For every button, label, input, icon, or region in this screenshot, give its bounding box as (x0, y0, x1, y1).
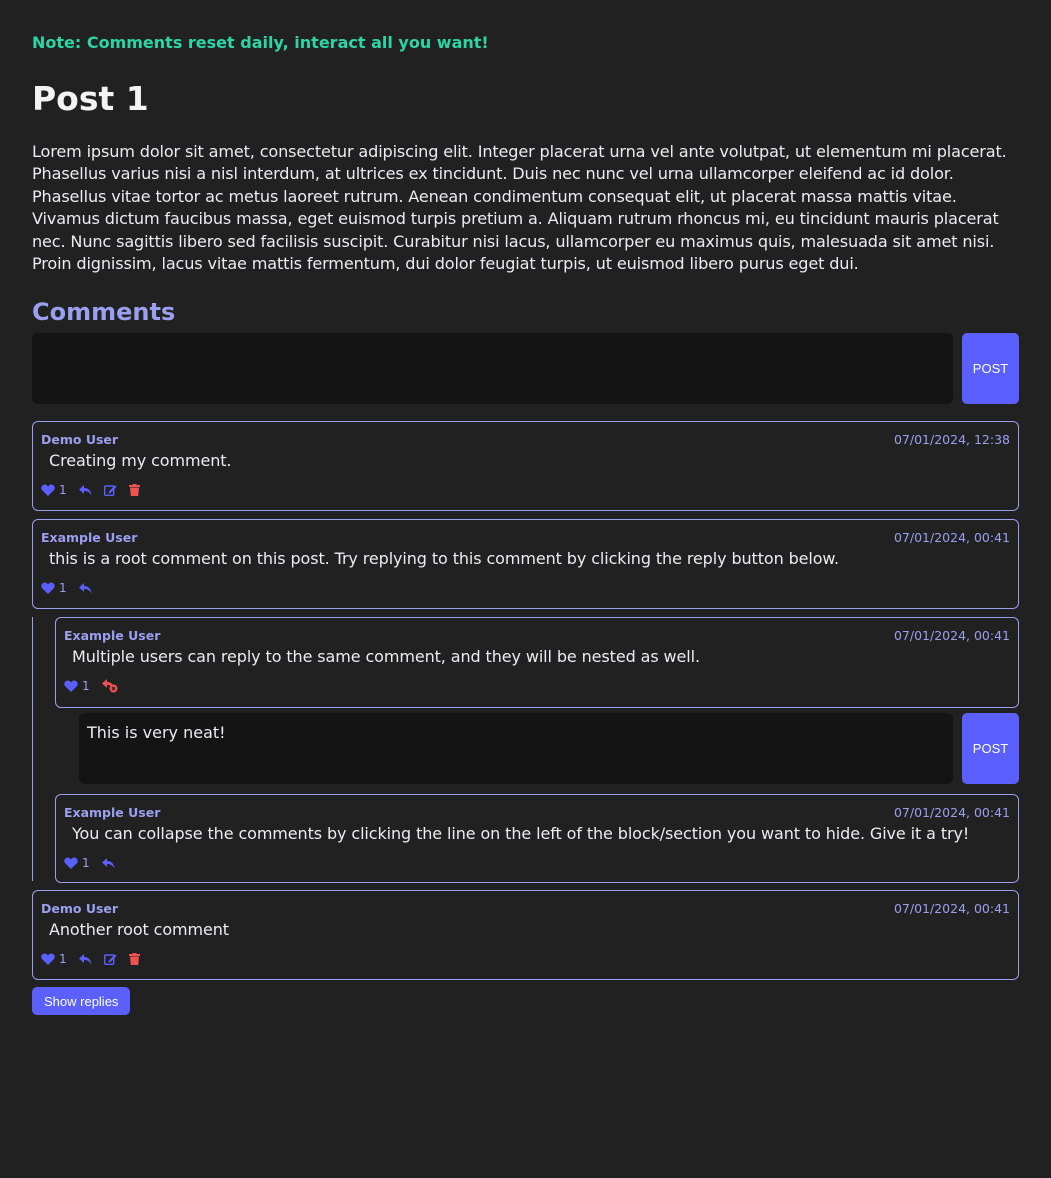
heart-icon (64, 857, 78, 870)
like-button[interactable]: 1 (41, 483, 67, 497)
post-reply-button[interactable]: POST (962, 713, 1019, 785)
comment-author: Demo User (41, 900, 119, 916)
comment-timestamp: 07/01/2024, 00:41 (893, 900, 1010, 916)
show-replies-button[interactable]: Show replies (32, 987, 131, 1016)
collapse-thread-line[interactable] (32, 617, 33, 882)
comment-timestamp: 07/01/2024, 12:38 (893, 431, 1010, 447)
heart-icon (41, 953, 55, 966)
like-count: 1 (59, 581, 67, 596)
like-button[interactable]: 1 (64, 679, 90, 693)
comment-actions: 1 (41, 950, 1010, 968)
comment-actions: 1 (64, 677, 1010, 695)
comment: Demo User 07/01/2024, 12:38 Creating my … (32, 421, 1019, 512)
comment-author: Example User (64, 804, 161, 820)
cancel-reply-icon[interactable] (101, 679, 118, 693)
comments-heading: Comments (32, 298, 176, 327)
post-page: Note: Comments reset daily, interact all… (0, 0, 1051, 1016)
trash-icon[interactable] (128, 953, 140, 966)
reply-icon[interactable] (78, 484, 92, 496)
comment-text: Creating my comment. (49, 451, 232, 471)
comment-author: Demo User (41, 431, 119, 447)
comment-text: this is a root comment on this post. Try… (49, 549, 839, 569)
comment: Demo User 07/01/2024, 00:41 Another root… (32, 890, 1019, 981)
comment-timestamp: 07/01/2024, 00:41 (893, 529, 1010, 545)
post-title: Post 1 (32, 79, 149, 118)
reply-input[interactable]: This is very neat! (79, 713, 953, 785)
comment: Example User 07/01/2024, 00:41 You can c… (55, 794, 1019, 884)
comment-actions: 1 (41, 579, 1010, 597)
trash-icon[interactable] (128, 484, 140, 497)
comment-author: Example User (41, 529, 138, 545)
comment: Example User 07/01/2024, 00:41 this is a… (32, 519, 1019, 610)
like-count: 1 (82, 856, 90, 871)
heart-icon (41, 582, 55, 595)
like-count: 1 (59, 483, 67, 498)
edit-icon[interactable] (103, 484, 117, 497)
comment-input[interactable] (32, 333, 953, 405)
like-count: 1 (59, 952, 67, 967)
reply-thread: Example User 07/01/2024, 00:41 Multiple … (32, 617, 1019, 884)
like-button[interactable]: 1 (64, 856, 90, 870)
reply-icon[interactable] (101, 857, 115, 869)
like-button[interactable]: 1 (41, 581, 67, 595)
comment-text: Multiple users can reply to the same com… (72, 647, 700, 667)
reply-icon[interactable] (78, 953, 92, 965)
reply-icon[interactable] (78, 582, 92, 594)
comment-timestamp: 07/01/2024, 00:41 (893, 804, 1010, 820)
comment: Example User 07/01/2024, 00:41 Multiple … (55, 617, 1019, 709)
post-body: Lorem ipsum dolor sit amet, consectetur … (32, 142, 1007, 274)
comment-text: You can collapse the comments by clickin… (72, 824, 970, 844)
like-button[interactable]: 1 (41, 952, 67, 966)
reply-composer: This is very neat! POST (79, 713, 1019, 785)
edit-icon[interactable] (103, 953, 117, 966)
comment-text: Another root comment (49, 920, 229, 940)
comment-composer: POST (32, 333, 1019, 405)
comment-author: Example User (64, 627, 161, 643)
comment-actions: 1 (41, 481, 1010, 499)
post-comment-button[interactable]: POST (962, 333, 1019, 405)
comment-timestamp: 07/01/2024, 00:41 (893, 627, 1010, 643)
heart-icon (41, 484, 55, 497)
heart-icon (64, 680, 78, 693)
reset-note: Note: Comments reset daily, interact all… (32, 33, 489, 52)
like-count: 1 (82, 679, 90, 694)
comment-actions: 1 (64, 854, 1010, 872)
